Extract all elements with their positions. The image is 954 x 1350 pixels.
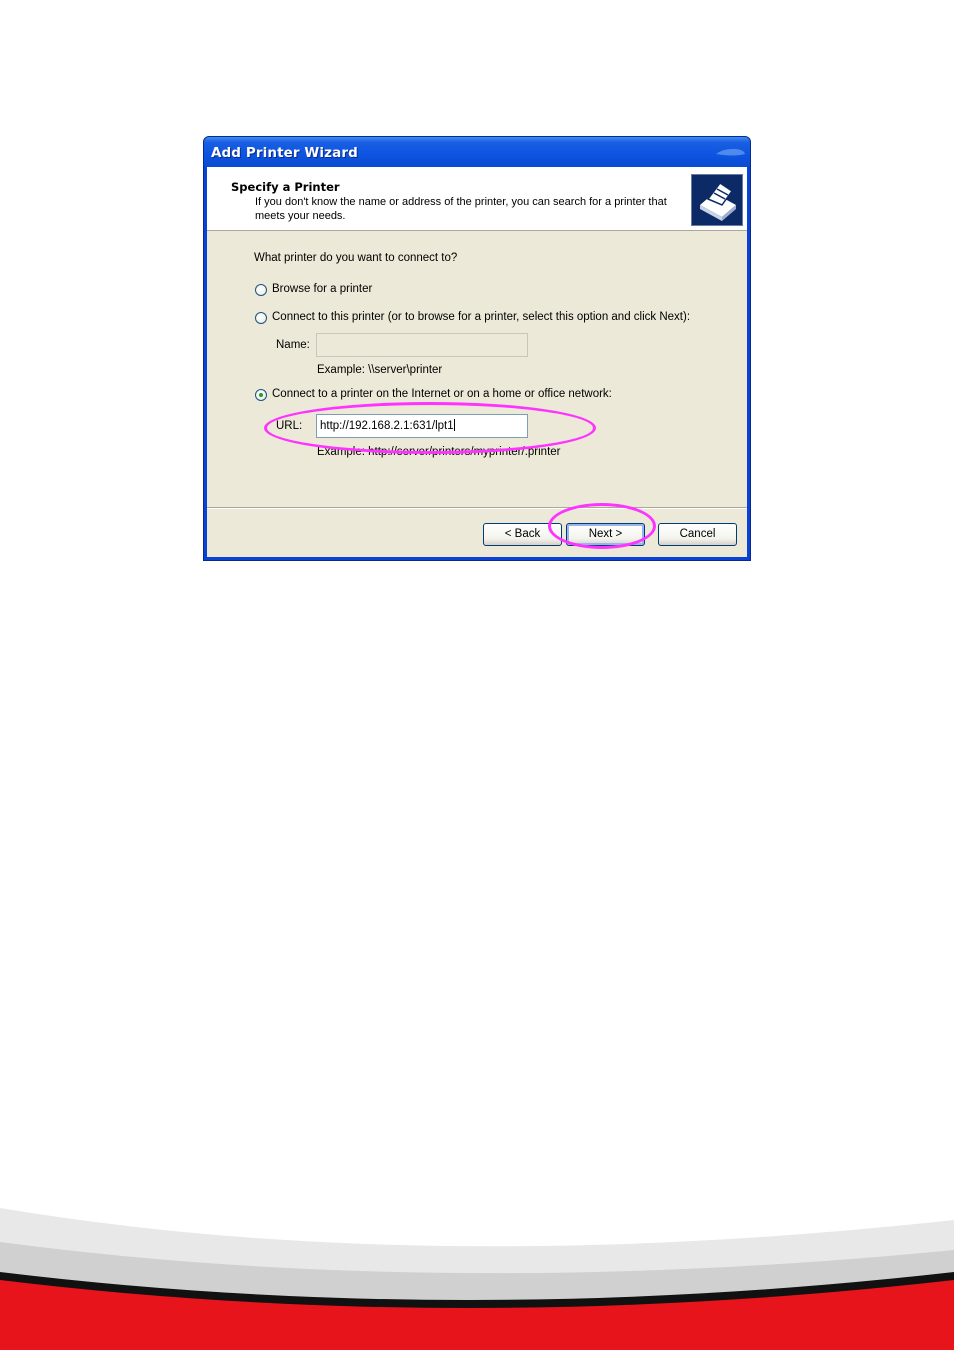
page-subtitle: If you don't know the name or address of… xyxy=(255,196,667,222)
option-browse-label: Browse for a printer xyxy=(272,283,373,295)
name-label: Name: xyxy=(276,339,310,351)
title-bar[interactable]: Add Printer Wizard xyxy=(204,137,750,167)
option-connect-internet-label: Connect to a printer on the Internet or … xyxy=(272,388,612,400)
title-bar-decoration-icon xyxy=(716,148,745,156)
radio-connect-named[interactable] xyxy=(255,312,267,324)
radio-connect-internet[interactable] xyxy=(255,389,267,401)
name-example: Example: \\server\printer xyxy=(317,364,443,376)
page-title: Specify a Printer xyxy=(231,180,340,194)
cancel-button[interactable]: Cancel xyxy=(658,523,737,546)
radio-browse[interactable] xyxy=(255,284,267,296)
next-highlight-ellipse xyxy=(548,503,656,549)
printer-icon xyxy=(691,174,743,226)
option-connect-named-label: Connect to this printer (or to browse fo… xyxy=(272,311,691,323)
wizard-header: Specify a Printer If you don't know the … xyxy=(207,167,747,231)
window-title: Add Printer Wizard xyxy=(211,145,358,161)
dialog-client-area: Specify a Printer If you don't know the … xyxy=(207,167,747,557)
question-label: What printer do you want to connect to? xyxy=(254,252,458,264)
footer-swoosh xyxy=(0,1208,954,1350)
add-printer-wizard-window: Add Printer Wizard Specify a Printer If … xyxy=(203,136,751,561)
url-highlight-ellipse xyxy=(264,402,596,454)
name-input[interactable] xyxy=(316,333,528,357)
footer-separator xyxy=(207,507,747,509)
